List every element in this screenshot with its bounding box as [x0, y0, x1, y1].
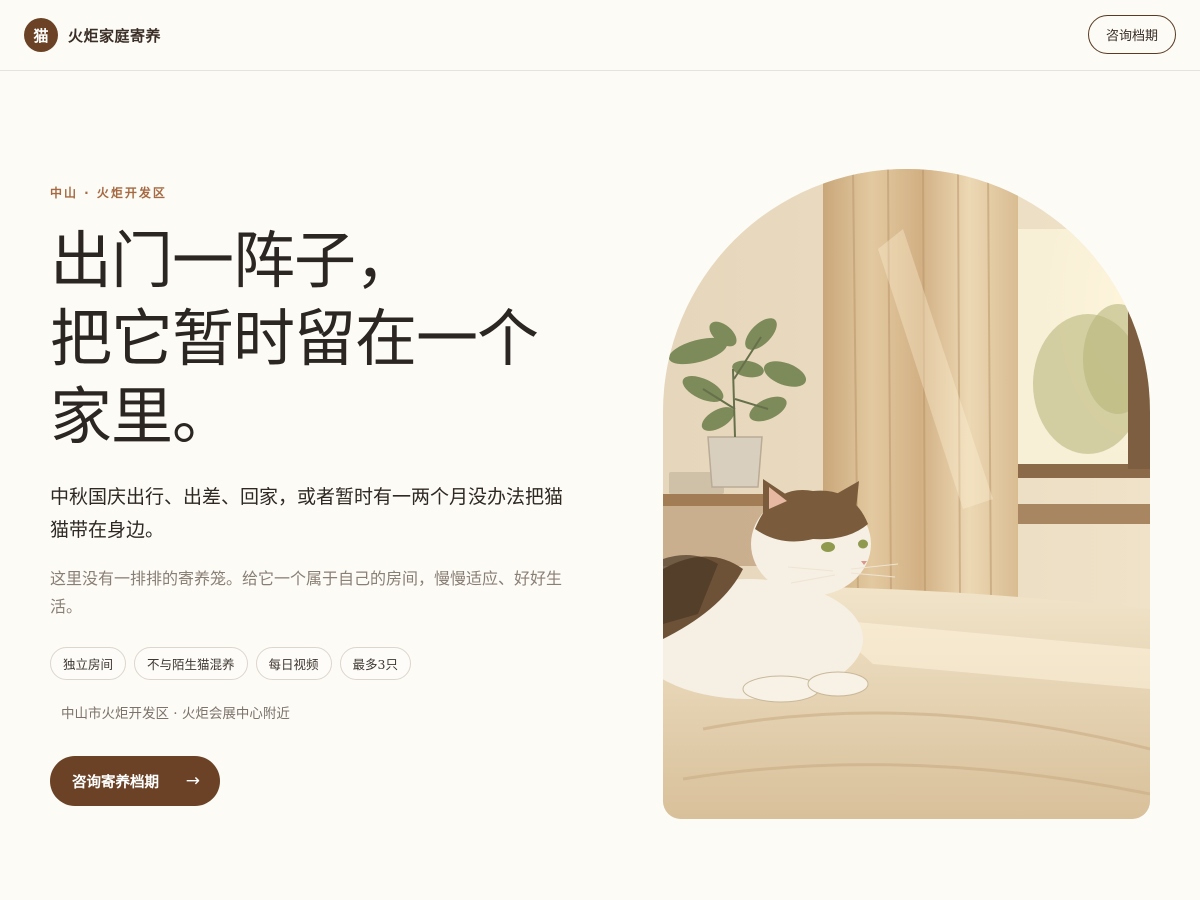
- address: 中山市火炬开发区 · 火炬会展中心附近: [61, 706, 290, 722]
- site-header: 猫 火炬家庭寄养 咨询档期: [0, 0, 1200, 71]
- hero-lead: 中秋国庆出行、出差、回家，或者暂时有一两个月没办法把猫猫带在身边。: [50, 486, 564, 541]
- logo-badge[interactable]: 猫: [24, 18, 58, 52]
- cat-illustration: [663, 169, 1150, 819]
- consult-schedule-button[interactable]: 咨询档期: [1088, 15, 1176, 54]
- tag-private-room: 独立房间: [50, 647, 127, 680]
- headline-line-3: 家里。: [50, 380, 234, 453]
- location-tag: 中山 · 火炬开发区: [50, 186, 167, 200]
- headline-line-2: 把它暂时留在一个: [50, 302, 539, 375]
- cta-label: 咨询寄养档期: [72, 774, 159, 791]
- tag-daily-video: 每日视频: [255, 647, 332, 680]
- cat-illustration-svg: [663, 169, 1150, 819]
- plant-pot: [707, 436, 763, 488]
- tag-max-three: 最多3只: [339, 647, 411, 680]
- hero-headline: 出门一阵子， 把它暂时留在一个 家里。: [50, 222, 610, 456]
- consult-boarding-button[interactable]: 咨询寄养档期 →: [50, 756, 220, 806]
- tag-no-mixing: 不与陌生猫混养: [134, 647, 248, 680]
- headline-line-1: 出门一阵子，: [50, 224, 417, 297]
- feature-tags: 独立房间 不与陌生猫混养 每日视频 最多3只: [50, 647, 411, 680]
- arrow-right-icon: →: [185, 771, 200, 791]
- hero-sub: 这里没有一排排的寄养笼。给它一个属于自己的房间，慢慢适应、好好生活。: [50, 569, 563, 616]
- brand-name[interactable]: 火炬家庭寄养: [68, 25, 161, 46]
